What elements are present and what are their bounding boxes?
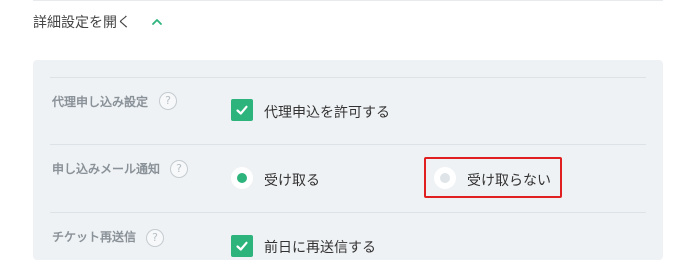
help-icon[interactable]: ? — [146, 229, 164, 247]
advanced-settings-panel: 代理申し込み設定 ? 代理申込を許可する 申し込みメール通知 ? 受け取る 受け… — [33, 60, 663, 260]
proxy-application-label: 代理申し込み設定 — [52, 95, 149, 109]
details-toggle[interactable]: 詳細設定を開く — [33, 11, 163, 33]
details-toggle-label: 詳細設定を開く — [33, 15, 131, 31]
resend-label: 前日に再送信する — [264, 240, 376, 256]
resend-checkbox[interactable] — [231, 235, 253, 257]
ticket-resend-label: チケット再送信 — [52, 230, 137, 244]
radio-selected-dot — [237, 173, 247, 183]
help-icon[interactable]: ? — [159, 92, 177, 110]
allow-proxy-checkbox[interactable] — [231, 99, 253, 121]
checkmark-icon — [236, 105, 248, 115]
checkmark-icon — [236, 241, 248, 251]
divider — [50, 212, 646, 213]
top-divider — [33, 0, 663, 1]
highlight-box — [424, 157, 562, 198]
receive-radio[interactable] — [231, 167, 253, 189]
chevron-up-icon — [152, 19, 162, 25]
receive-label: 受け取る — [264, 173, 320, 189]
allow-proxy-label: 代理申込を許可する — [264, 105, 390, 121]
mail-notification-label: 申し込みメール通知 — [52, 162, 161, 176]
help-icon[interactable]: ? — [170, 160, 188, 178]
divider — [50, 77, 646, 78]
divider — [50, 144, 646, 145]
